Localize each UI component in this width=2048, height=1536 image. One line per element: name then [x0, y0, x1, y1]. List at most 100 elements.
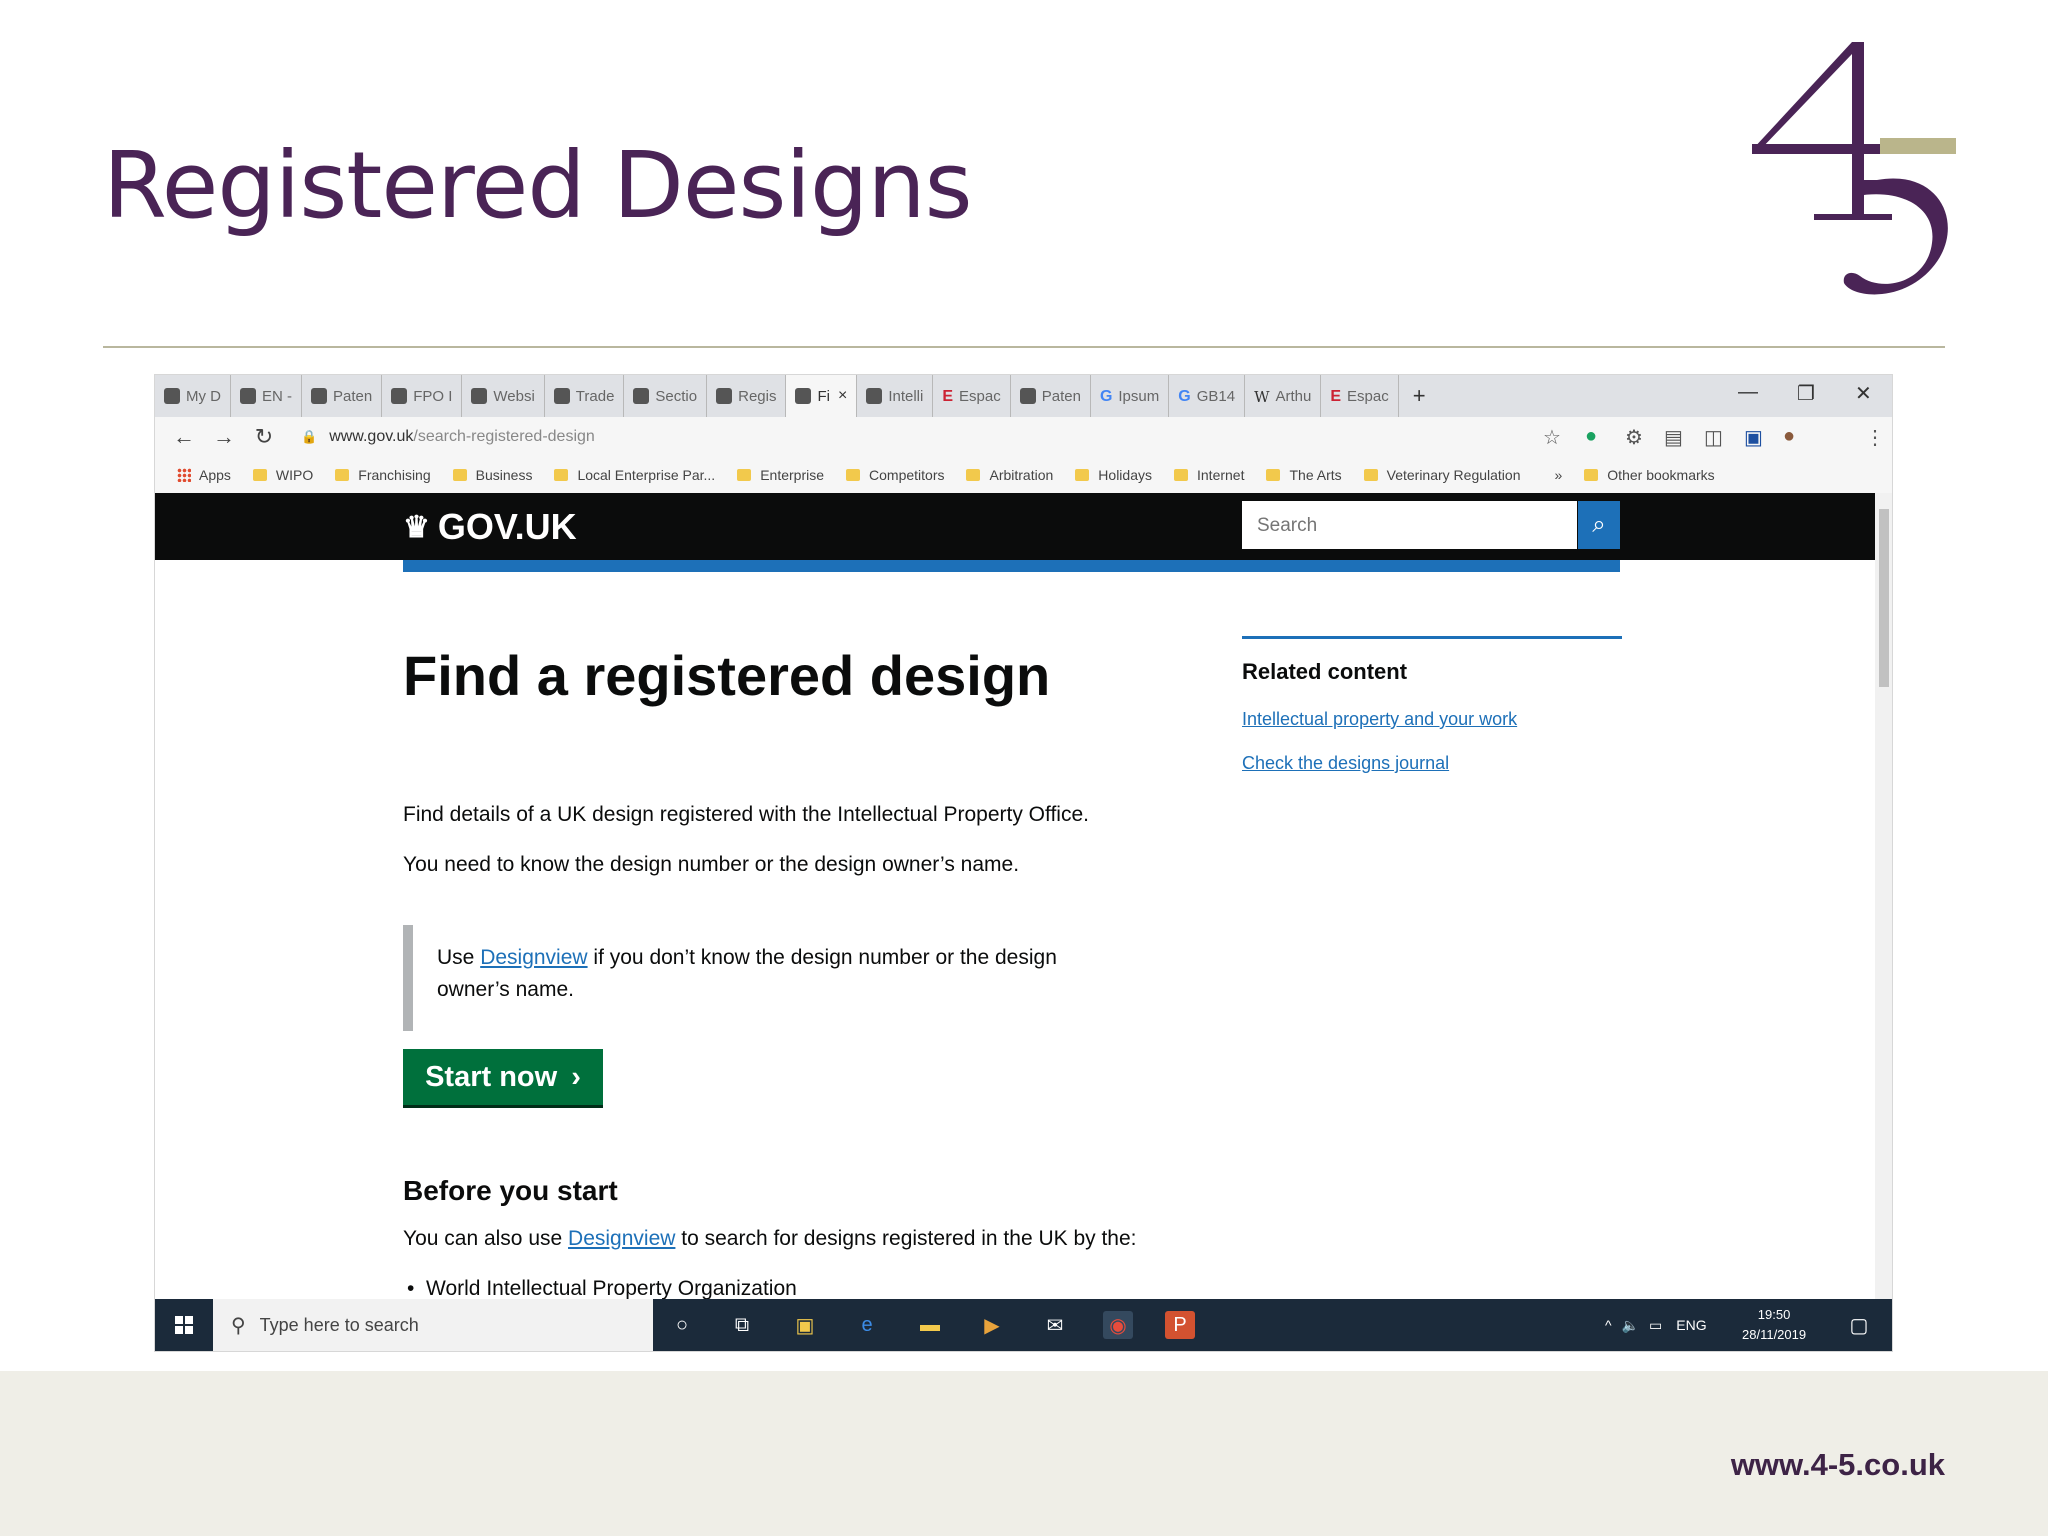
- chevron-up-icon[interactable]: ^: [1605, 1317, 1612, 1333]
- browser-tab[interactable]: Regis: [707, 375, 787, 417]
- minimize-icon[interactable]: —: [1738, 381, 1758, 404]
- bookmark-folder[interactable]: Local Enterprise Par...: [554, 467, 715, 483]
- bookmark-star-icon[interactable]: ☆: [1543, 425, 1561, 450]
- grammarly-icon[interactable]: ●: [1585, 425, 1597, 448]
- browser-tab[interactable]: EN -: [231, 375, 302, 417]
- page-scrollbar[interactable]: [1875, 493, 1892, 1299]
- forward-icon[interactable]: →: [213, 424, 235, 450]
- chrome-icon[interactable]: ◉: [1103, 1311, 1133, 1339]
- designview-link[interactable]: Designview: [568, 1227, 675, 1250]
- edge-icon[interactable]: e: [852, 1311, 882, 1339]
- tab-close-icon[interactable]: ×: [838, 387, 847, 405]
- bookmark-apps[interactable]: Apps: [177, 467, 231, 483]
- browser-tab-label: Arthu: [1275, 387, 1312, 405]
- google-icon: G: [1099, 388, 1113, 405]
- designview-link[interactable]: Designview: [480, 946, 587, 969]
- search-button[interactable]: ⌕: [1578, 501, 1620, 549]
- media-player-icon[interactable]: ▶: [977, 1311, 1007, 1339]
- footer-url: www.4-5.co.uk: [1730, 1447, 1945, 1482]
- taskbar-search[interactable]: ⚲ Type here to search: [213, 1299, 653, 1351]
- menu-icon[interactable]: ⋮: [1865, 425, 1885, 450]
- bookmark-label: Apps: [199, 467, 231, 483]
- bookmark-label: Arbitration: [989, 467, 1054, 483]
- file-explorer-icon[interactable]: ▬: [915, 1311, 945, 1339]
- browser-tab[interactable]: G GB14: [1169, 375, 1246, 417]
- battery-icon[interactable]: ▭: [1649, 1317, 1662, 1334]
- volume-icon[interactable]: 🔈: [1622, 1317, 1639, 1334]
- bookmark-label: Internet: [1197, 467, 1245, 483]
- bookmark-folder[interactable]: WIPO: [252, 467, 313, 483]
- browser-tab[interactable]: Trade: [545, 375, 625, 417]
- taskbar-clock[interactable]: 19:50 28/11/2019: [1742, 1305, 1806, 1345]
- browser-tab[interactable]: Websi: [462, 375, 545, 417]
- extension-icon[interactable]: ▤: [1664, 425, 1683, 450]
- inset-line-2: owner’s name.: [437, 978, 574, 1001]
- profile-avatar-icon[interactable]: ●: [1783, 425, 1795, 448]
- govuk-icon: [716, 388, 733, 404]
- powerpoint-icon[interactable]: P: [1165, 1311, 1195, 1339]
- browser-tab[interactable]: My D: [155, 375, 231, 417]
- browser-tab[interactable]: Sectio: [624, 375, 708, 417]
- browser-tab[interactable]: Paten: [302, 375, 383, 417]
- browser-tab-label: Ipsum: [1118, 387, 1160, 405]
- google-icon: G: [1178, 388, 1191, 405]
- intro-paragraph-2: You need to know the design number or th…: [403, 853, 1020, 876]
- browser-tab[interactable]: E Espac: [1321, 375, 1399, 417]
- extension-icon[interactable]: ▣: [1744, 425, 1763, 450]
- wikipedia-icon: W: [1254, 388, 1270, 406]
- close-window-icon[interactable]: ✕: [1855, 381, 1872, 406]
- govuk-icon: [471, 388, 488, 404]
- browser-tab[interactable]: Paten: [1011, 375, 1091, 417]
- bookmark-folder[interactable]: Business: [452, 467, 532, 483]
- mail-icon[interactable]: ✉: [1040, 1311, 1070, 1339]
- task-view-icon[interactable]: ⧉: [727, 1311, 757, 1339]
- extension-icon[interactable]: ⚙: [1625, 425, 1643, 450]
- inset-text: Use Designview if you don’t know the des…: [403, 925, 1163, 1031]
- bookmark-folder[interactable]: Holidays: [1075, 467, 1152, 483]
- scrollbar-thumb[interactable]: [1879, 509, 1889, 687]
- cortana-icon[interactable]: ○: [667, 1311, 697, 1339]
- camera-icon[interactable]: ◫: [1704, 425, 1723, 450]
- related-link-journal[interactable]: Check the designs journal: [1242, 753, 1449, 774]
- windows-taskbar: ⚲ Type here to search ○ ⧉ ▣ e ▬ ▶ ✉ ◉ P …: [155, 1299, 1892, 1351]
- bookmark-folder[interactable]: Arbitration: [966, 467, 1053, 483]
- store-icon[interactable]: ▣: [790, 1311, 820, 1339]
- start-now-button[interactable]: Start now ›: [403, 1049, 603, 1105]
- language-indicator[interactable]: ENG: [1676, 1317, 1706, 1333]
- restore-icon[interactable]: ❐: [1797, 381, 1815, 406]
- browser-tab-label: Intelli: [888, 387, 924, 405]
- slide-title: Registered Designs: [103, 132, 973, 239]
- folder-icon: [846, 469, 861, 481]
- bullet-text: World Intellectual Property Organization: [426, 1277, 797, 1300]
- related-link-ip[interactable]: Intellectual property and your work: [1242, 709, 1517, 730]
- back-icon[interactable]: ←: [173, 424, 195, 450]
- browser-tab-label: Espac: [1347, 387, 1389, 405]
- url-field[interactable]: 🔒 www.gov.uk/search-registered-design: [301, 428, 595, 446]
- bookmark-folder[interactable]: The Arts: [1266, 467, 1342, 483]
- bookmark-folder[interactable]: Internet: [1174, 467, 1244, 483]
- new-tab-icon[interactable]: +: [1413, 383, 1426, 409]
- browser-tab-bar: My D EN - Paten FPO I Websi Trade Sectio Regis F…: [155, 375, 1892, 417]
- browser-tab[interactable]: G Ipsum: [1091, 375, 1170, 417]
- bookmark-label: Veterinary Regulation: [1386, 467, 1521, 483]
- bookmark-folder[interactable]: Veterinary Regulation: [1363, 467, 1521, 483]
- search-icon: ⌕: [1592, 511, 1606, 538]
- browser-tab[interactable]: FPO I: [382, 375, 463, 417]
- folder-icon: [335, 469, 350, 481]
- bookmark-folder[interactable]: Enterprise: [737, 467, 824, 483]
- govuk-logo[interactable]: ♛ GOV.UK: [403, 506, 577, 548]
- browser-tab[interactable]: Intelli: [857, 375, 934, 417]
- notifications-icon[interactable]: ▢: [1844, 1311, 1874, 1339]
- bookmark-label: Competitors: [869, 467, 945, 483]
- search-input[interactable]: [1245, 504, 1549, 548]
- windows-start-button[interactable]: [155, 1299, 213, 1351]
- other-bookmarks[interactable]: Other bookmarks: [1584, 467, 1715, 483]
- reload-icon[interactable]: ↻: [253, 424, 275, 450]
- before-suffix: to search for designs registered in the …: [675, 1227, 1137, 1250]
- bookmark-folder[interactable]: Competitors: [846, 467, 944, 483]
- browser-tab[interactable]: E Espac: [933, 375, 1011, 417]
- bookmark-folder[interactable]: Franchising: [335, 467, 431, 483]
- bookmarks-overflow[interactable]: »: [1555, 467, 1563, 483]
- browser-tab[interactable]: Fi ×: [786, 375, 858, 417]
- browser-tab[interactable]: W Arthu: [1245, 375, 1322, 417]
